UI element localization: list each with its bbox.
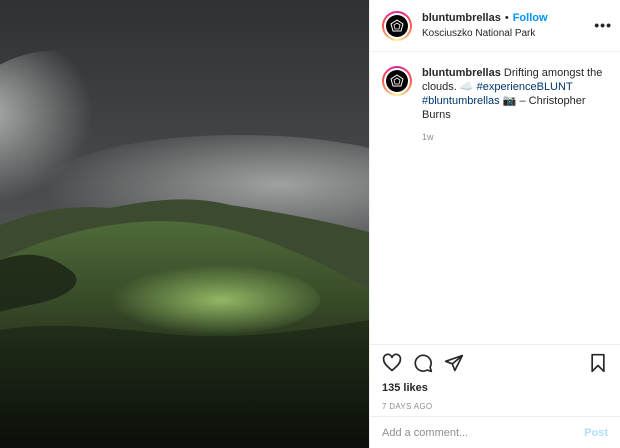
caption-username-link[interactable]: bluntumbrellas [422, 67, 501, 79]
post-caption: bluntumbrellas Drifting amongst the clou… [370, 52, 620, 144]
caption-timestamp[interactable]: 1w [422, 130, 610, 144]
hashtag-link[interactable]: #experienceBLUNT [477, 81, 573, 93]
instagram-post: bluntumbrellas • Follow Kosciuszko Natio… [0, 0, 620, 448]
likes-count[interactable]: 135 likes [382, 382, 608, 394]
more-options-icon[interactable]: ••• [594, 17, 612, 33]
comment-icon[interactable] [413, 353, 433, 376]
comment-input[interactable] [382, 426, 585, 439]
follow-button[interactable]: Follow [513, 12, 548, 24]
separator-dot: • [504, 12, 509, 24]
paper-plane-icon[interactable] [444, 353, 464, 376]
post-comment-button[interactable]: Post [584, 427, 608, 439]
avatar[interactable] [382, 10, 412, 41]
brand-logo-icon [390, 74, 404, 87]
caption-avatar[interactable] [382, 66, 412, 96]
post-date[interactable]: 7 DAYS AGO [382, 402, 608, 411]
brand-logo-icon [390, 18, 404, 31]
heart-icon[interactable] [382, 353, 402, 376]
post-sidebar: bluntumbrellas • Follow Kosciuszko Natio… [369, 0, 620, 448]
bookmark-icon[interactable] [588, 353, 608, 376]
post-photo[interactable] [0, 0, 369, 448]
header-username-link[interactable]: bluntumbrellas [422, 12, 501, 24]
location-link[interactable]: Kosciuszko National Park [422, 28, 548, 39]
hashtag-link[interactable]: #bluntumbrellas [422, 95, 500, 107]
post-header: bluntumbrellas • Follow Kosciuszko Natio… [370, 0, 620, 52]
comment-form: Post [370, 416, 620, 448]
post-actions: 135 likes 7 DAYS AGO [370, 344, 620, 411]
